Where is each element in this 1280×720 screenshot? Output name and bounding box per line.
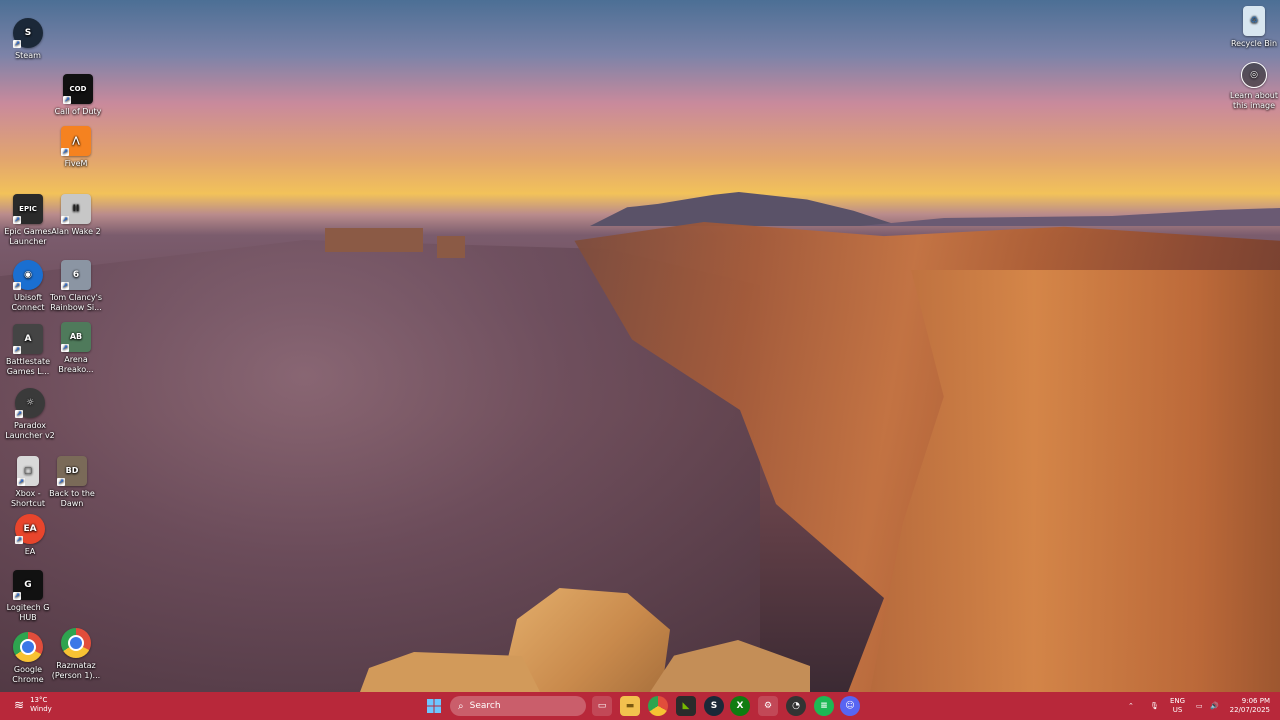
- microphone-icon[interactable]: 🎙: [1150, 692, 1159, 720]
- weather-temp: 13°C: [30, 696, 48, 704]
- desktop-wallpaper: [0, 0, 1280, 692]
- clock-date: 22/07/2025: [1229, 706, 1270, 714]
- ubisoft-connect-icon: ◉ ↗: [13, 260, 43, 290]
- wallpaper-butte: [325, 228, 423, 252]
- desktop-icon-learn-about-image[interactable]: ◎ Learn about this image: [1226, 62, 1280, 111]
- logitech-g-hub-icon: G ↗: [13, 570, 43, 600]
- network-icon[interactable]: ▭: [1196, 692, 1203, 720]
- desktop-icon-call-of-duty[interactable]: COD ↗ Call of Duty: [50, 74, 106, 117]
- desktop-icon-recycle-bin[interactable]: ♻ Recycle Bin: [1226, 6, 1280, 49]
- chrome-taskbar-icon[interactable]: [648, 696, 668, 716]
- task-view-icon[interactable]: ▭: [592, 696, 612, 716]
- spotify-icon[interactable]: ≡: [814, 696, 834, 716]
- search-icon: ⌕: [458, 700, 464, 712]
- clock-time: 9:06 PM: [1241, 697, 1270, 705]
- battlestate-icon: A ↗: [13, 324, 43, 354]
- desktop-icon-arena-breakout[interactable]: AB ↗ Arena Breako...: [48, 322, 104, 375]
- desktop-icon-paradox[interactable]: ☼ ↗ Paradox Launcher v2: [2, 388, 58, 441]
- start-button[interactable]: [424, 696, 444, 716]
- taskbar: ≋ 13°C Windy ⌕ Search ▭ ▬ ◣ S X ⚙ ◔ ≡ ☺ …: [0, 692, 1280, 720]
- windows-icon: [427, 699, 441, 713]
- desktop-icon-back-to-the-dawn[interactable]: BD ↗ Back to the Dawn: [44, 456, 100, 509]
- chrome-icon: [13, 632, 43, 662]
- language-region: US: [1172, 706, 1183, 714]
- wind-icon: ≋: [14, 697, 25, 712]
- rainbow-six-icon: 6 ↗: [61, 260, 91, 290]
- nvidia-icon[interactable]: ◣: [676, 696, 696, 716]
- taskbar-clock[interactable]: 9:06 PM 22/07/2025: [1230, 697, 1270, 715]
- volume-icon[interactable]: 🔊: [1210, 692, 1219, 720]
- obs-icon[interactable]: ◔: [786, 696, 806, 716]
- taskbar-search[interactable]: ⌕ Search: [450, 696, 586, 716]
- language-code: ENG: [1170, 697, 1186, 705]
- paradox-launcher-icon: ☼ ↗: [15, 388, 45, 418]
- file-explorer-icon[interactable]: ▬: [620, 696, 640, 716]
- steam-taskbar-icon[interactable]: S: [704, 696, 724, 716]
- recycle-bin-icon: ♻: [1243, 6, 1265, 36]
- back-to-the-dawn-icon: BD ↗: [57, 456, 87, 486]
- chrome-profile-icon: [61, 628, 91, 658]
- desktop-icon-chrome-profile[interactable]: Razmataz (Person 1)...: [48, 628, 104, 681]
- wallpaper-butte: [437, 236, 465, 258]
- desktop-icon-alan-wake-2[interactable]: II ↗ Alan Wake 2: [48, 194, 104, 237]
- arena-breakout-icon: AB ↗: [61, 322, 91, 352]
- xbox-taskbar-icon[interactable]: X: [730, 696, 750, 716]
- search-placeholder: Search: [469, 701, 501, 711]
- desktop-icon-fivem[interactable]: ⋀ ↗ FiveM: [48, 126, 104, 169]
- settings-icon[interactable]: ⚙: [758, 696, 778, 716]
- desktop-icon-steam[interactable]: S ↗ Steam: [0, 18, 56, 61]
- language-indicator[interactable]: ENG US: [1170, 692, 1185, 720]
- camera-info-icon: ◎: [1241, 62, 1267, 88]
- ea-icon: EA ↗: [15, 514, 45, 544]
- desktop-icon-ea[interactable]: EA ↗ EA: [2, 514, 58, 557]
- wallpaper-cliff-face: [870, 270, 1280, 692]
- desktop-icon-rainbow-six[interactable]: 6 ↗ Tom Clancy's Rainbow Si...: [48, 260, 104, 313]
- alan-wake-2-icon: II ↗: [61, 194, 91, 224]
- wallpaper-mountain: [590, 192, 900, 226]
- discord-icon[interactable]: ☺: [840, 696, 860, 716]
- tray-overflow-icon[interactable]: ⌃: [1128, 692, 1134, 720]
- weather-condition: Windy: [30, 705, 52, 713]
- steam-icon: S ↗: [13, 18, 43, 48]
- epic-games-icon: EPIC ↗: [13, 194, 43, 224]
- xbox-shortcut-icon: ▢ ↗: [17, 456, 39, 486]
- wallpaper-ridge: [860, 208, 1280, 226]
- fivem-icon: ⋀ ↗: [61, 126, 91, 156]
- weather-widget[interactable]: ≋ 13°C Windy: [14, 696, 52, 714]
- call-of-duty-icon: COD ↗: [63, 74, 93, 104]
- desktop-icon-logitech-g-hub[interactable]: G ↗ Logitech G HUB: [0, 570, 56, 623]
